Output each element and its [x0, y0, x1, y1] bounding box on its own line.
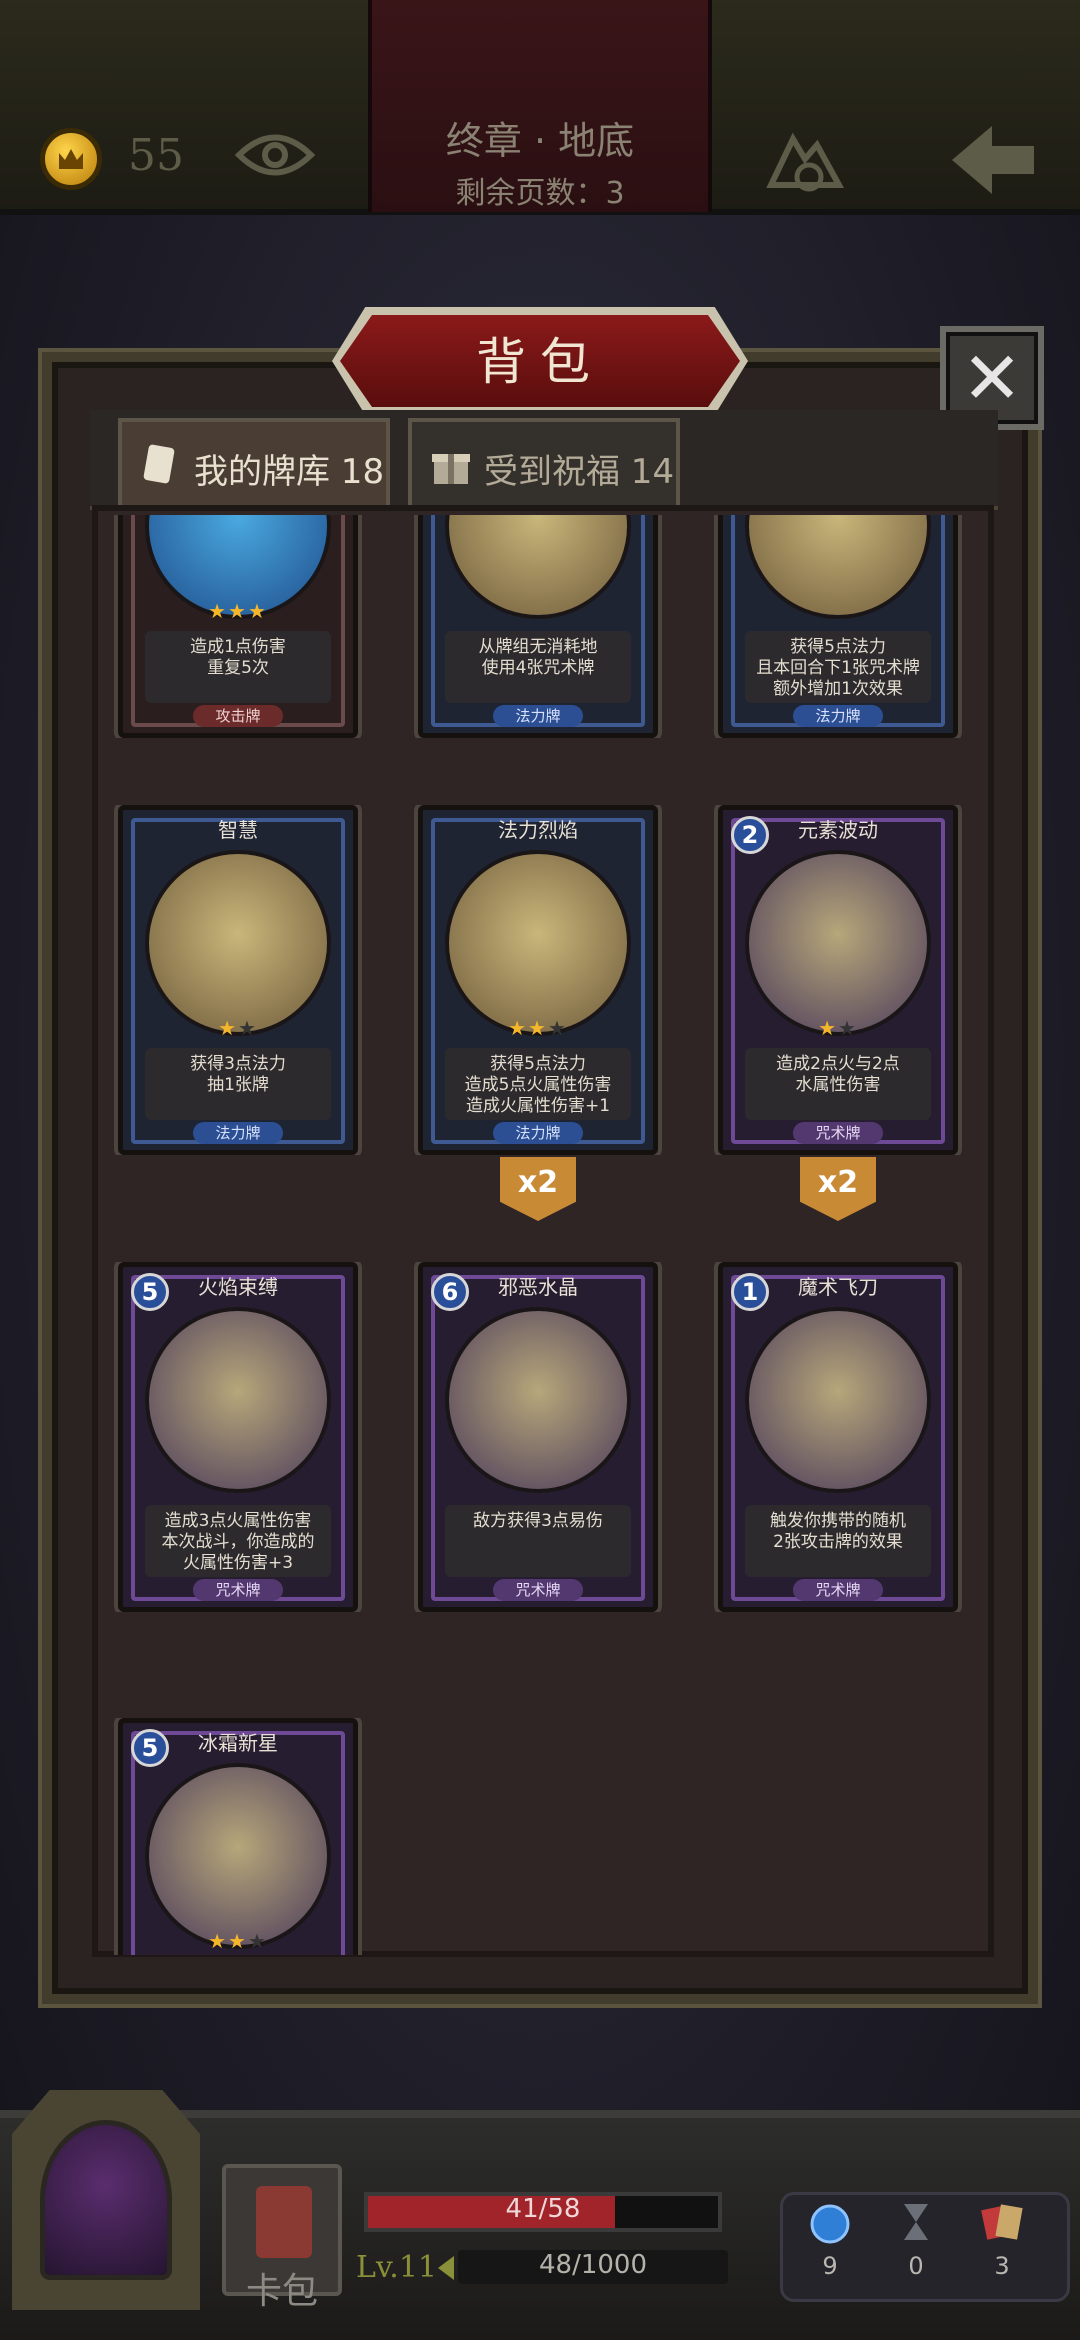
card-cost: 1	[731, 1273, 769, 1311]
gold-coin-icon	[40, 128, 102, 190]
card-art	[145, 1763, 331, 1949]
card-type-tag: 法力牌	[793, 705, 883, 727]
card-pack-label: 卡包	[245, 2271, 318, 2312]
card-icon	[143, 444, 175, 484]
card-8[interactable]: 魔术飞刀 1 触发你携带的随机 2张攻击牌的效果 咒术牌	[718, 1262, 958, 1612]
card-art	[145, 1307, 331, 1493]
eye-icon[interactable]	[235, 128, 315, 182]
tab-blessings[interactable]: 受到祝福 14	[408, 418, 680, 510]
card-3[interactable]: 智慧 ★★ 获得3点法力 抽1张牌 法力牌	[118, 805, 358, 1155]
card-6[interactable]: 火焰束缚 5 造成3点火属性伤害 本次战斗，你造成的 火属性伤害+3 咒术牌	[118, 1262, 358, 1612]
hero-portrait[interactable]	[40, 2120, 172, 2280]
back-arrow-icon[interactable]	[948, 120, 1038, 200]
card-type-tag: 咒术牌	[193, 1579, 283, 1601]
panel-title: 背包	[476, 333, 604, 391]
pages-remaining: 剩余页数：3	[455, 176, 625, 211]
gold-amount: 55	[128, 130, 184, 181]
card-art	[745, 850, 931, 1036]
card-stars: ★★★	[508, 1016, 568, 1040]
card-description: 敌方获得3点易伤	[445, 1505, 631, 1577]
book-icon	[256, 2186, 312, 2258]
card-description: 从牌组无消耗地 使用4张咒术牌	[445, 631, 631, 703]
card-art	[745, 1307, 931, 1493]
card-type-tag: 咒术牌	[793, 1122, 883, 1144]
chapter-title: 终章 · 地底	[445, 119, 635, 163]
resource-value: 9	[822, 2252, 838, 2280]
resource-value: 0	[908, 2252, 924, 2280]
card-description: 造成1点伤害 重复5次	[145, 631, 331, 703]
card-type-tag: 法力牌	[493, 705, 583, 727]
cards-icon	[981, 2204, 1023, 2240]
tab-label: 我的牌库 18	[194, 452, 385, 492]
tab-my-deck[interactable]: 我的牌库 18	[118, 418, 390, 510]
card-cost: 2	[731, 816, 769, 854]
resource-value: 3	[994, 2252, 1010, 2280]
card-5[interactable]: 元素波动 2 ★★ 造成2点火与2点 水属性伤害 咒术牌	[718, 805, 958, 1155]
card-7[interactable]: 邪恶水晶 6 敌方获得3点易伤 咒术牌	[418, 1262, 658, 1612]
card-stars: ★★★	[208, 1929, 268, 1953]
card-description: 造成2点火与2点 水属性伤害	[745, 1048, 931, 1120]
card-name: 法力烈焰	[498, 818, 578, 842]
card-stars: ★★	[218, 1016, 258, 1040]
xp-arrow-icon	[438, 2256, 454, 2280]
card-art	[445, 850, 631, 1036]
card-type-tag: 法力牌	[493, 1122, 583, 1144]
card-description: 触发你携带的随机 2张攻击牌的效果	[745, 1505, 931, 1577]
gift-icon	[432, 454, 470, 484]
hourglass-icon	[904, 2204, 928, 2240]
potion-orb-icon	[810, 2204, 850, 2244]
card-4[interactable]: 法力烈焰 ★★★ 获得5点法力 造成5点火属性伤害 造成火属性伤害+1 法力牌	[418, 805, 658, 1155]
card-stars: ★★	[818, 1016, 858, 1040]
level-label: Lv.11	[356, 2250, 438, 2285]
card-stars: ★★★	[208, 599, 268, 623]
card-description: 造成3点火属性伤害 本次战斗，你造成的 火属性伤害+3	[145, 1505, 331, 1577]
card-cost: 6	[431, 1273, 469, 1311]
card-type-tag: 法力牌	[193, 1122, 283, 1144]
tab-label: 受到祝福 14	[484, 452, 675, 492]
card-art	[145, 850, 331, 1036]
card-description: 获得3点法力 抽1张牌	[145, 1048, 331, 1120]
card-description: 获得5点法力 造成5点火属性伤害 造成火属性伤害+1	[445, 1048, 631, 1120]
card-type-tag: 咒术牌	[493, 1579, 583, 1601]
hp-text: 41/58	[505, 2194, 581, 2224]
card-cost: 5	[131, 1273, 169, 1311]
card-description: 获得5点法力 且本回合下1张咒术牌 额外增加1次效果	[745, 631, 931, 703]
card-name: 智慧	[218, 818, 258, 842]
card-cost: 5	[131, 1729, 169, 1767]
map-icon[interactable]	[765, 125, 845, 195]
card-art	[445, 1307, 631, 1493]
xp-text: 48/1000	[538, 2250, 647, 2280]
card-type-tag: 咒术牌	[793, 1579, 883, 1601]
card-type-tag: 攻击牌	[193, 705, 283, 727]
card-9[interactable]: 冰霜新星 5 ★★★	[118, 1718, 358, 1955]
